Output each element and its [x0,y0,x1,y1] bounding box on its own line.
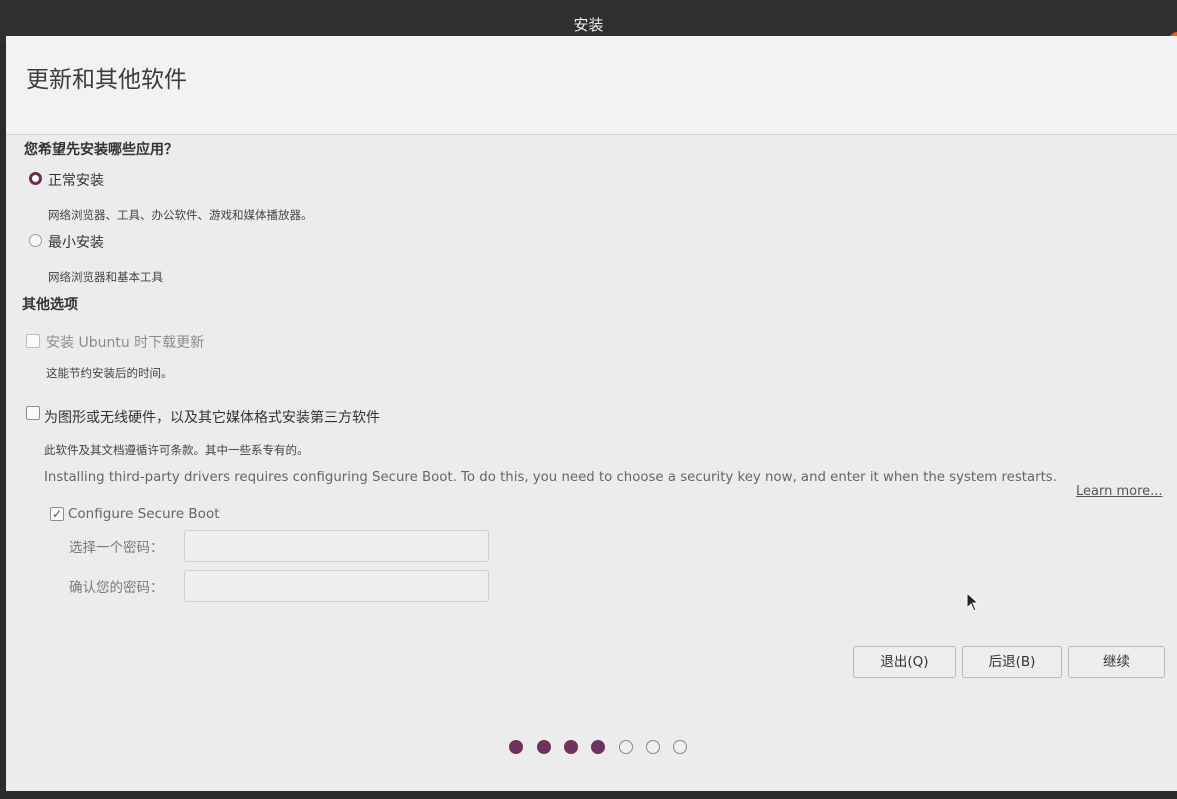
installer-window: 更新和其他软件 您希望先安装哪些应用？ 正常安装 网络浏览器、工具、办公软件、游… [6,36,1177,791]
continue-button[interactable]: 继续 [1068,646,1165,678]
normal-install-description: 网络浏览器、工具、办公软件、游戏和媒体播放器。 [48,208,313,222]
radio-minimal-install-label[interactable]: 最小安装 [48,232,104,252]
back-button[interactable]: 后退(B) [962,646,1062,678]
install-type-question: 您希望先安装哪些应用？ [24,142,178,158]
progress-dot-6 [646,740,660,754]
confirm-password-field[interactable] [184,570,489,602]
progress-dot-7 [673,740,687,754]
page-title: 更新和其他软件 [26,67,187,93]
learn-more-link[interactable]: Learn more... [1076,484,1163,499]
download-updates-description: 这能节约安装后的时间。 [46,366,173,380]
progress-dot-5 [619,740,633,754]
mouse-cursor-icon [966,592,980,612]
page-header: 更新和其他软件 [6,36,1177,135]
password-label: 选择一个密码： [69,540,164,556]
quit-button[interactable]: 退出(Q) [853,646,956,678]
progress-dot-3 [564,740,578,754]
minimal-install-description: 网络浏览器和基本工具 [48,270,163,284]
configure-secure-boot-label[interactable]: Configure Secure Boot [68,506,220,522]
progress-dot-4 [591,740,605,754]
progress-dot-1 [509,740,523,754]
progress-dot-2 [537,740,551,754]
confirm-password-label: 确认您的密码： [69,580,164,596]
checkmark-icon: ✓ [51,507,63,521]
third-party-checkbox[interactable] [26,406,40,420]
radio-normal-install[interactable] [29,172,42,185]
radio-normal-install-label[interactable]: 正常安装 [48,170,104,190]
download-updates-checkbox[interactable] [26,334,40,348]
secure-boot-notice: Installing third-party drivers requires … [44,470,1057,485]
third-party-description: 此软件及其文档遵循许可条款。其中一些系专有的。 [44,443,309,457]
configure-secure-boot-checkbox[interactable]: ✓ [50,507,64,521]
password-field[interactable] [184,530,489,562]
third-party-label[interactable]: 为图形或无线硬件，以及其它媒体格式安装第三方软件 [44,407,380,427]
radio-minimal-install[interactable] [29,234,42,247]
window-title: 安装 [573,16,604,34]
download-updates-label[interactable]: 安装 Ubuntu 时下载更新 [46,332,204,352]
other-options-heading: 其他选项 [22,297,78,313]
